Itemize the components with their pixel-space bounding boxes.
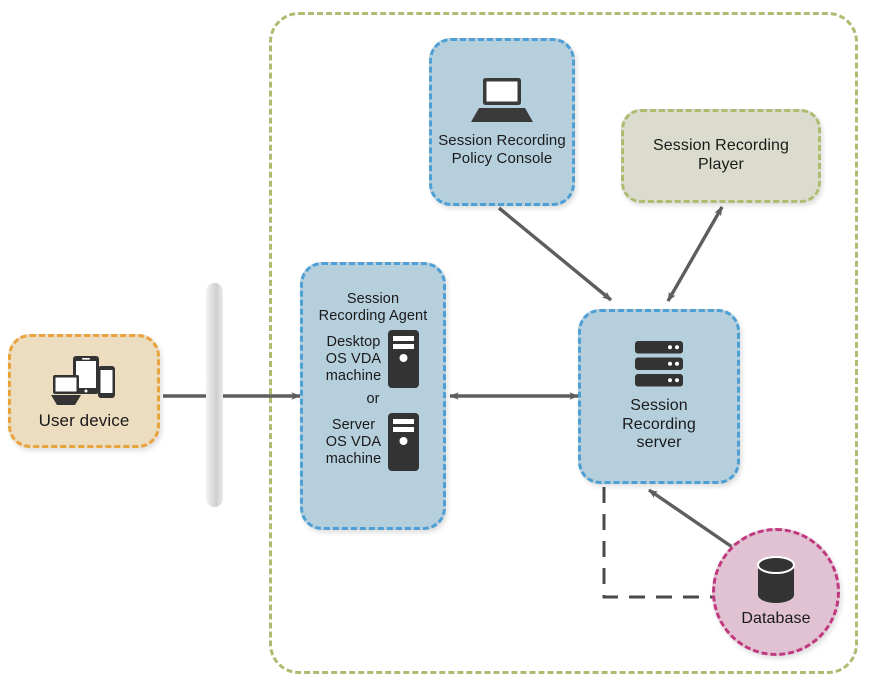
agent-server-row: Server OS VDA machine (303, 412, 443, 472)
node-server[interactable]: Session Recording server (578, 309, 740, 484)
agent-desktop-row: Desktop OS VDA machine (303, 329, 443, 389)
tower-pc-icon (387, 412, 420, 472)
node-agent[interactable]: Session Recording Agent Desktop OS VDA m… (300, 262, 446, 530)
node-user-device-label: User device (38, 411, 130, 431)
firewall-bar (206, 283, 223, 507)
connector-policy-console-to-server (497, 206, 613, 302)
agent-or-label: or (366, 391, 380, 408)
tower-pc-icon (387, 329, 420, 389)
node-server-label: Session Recording server (622, 396, 696, 452)
node-agent-title: Session Recording Agent (318, 291, 428, 324)
node-user-device[interactable]: User device (8, 334, 160, 448)
agent-desktop-label: Desktop OS VDA machine (325, 334, 382, 384)
server-rack-icon (634, 340, 684, 388)
node-database[interactable]: Database (712, 528, 840, 656)
architecture-diagram: User device Session Recording Policy Con… (0, 0, 871, 683)
database-cylinder-icon (755, 555, 797, 604)
node-policy-console[interactable]: Session Recording Policy Console (429, 38, 575, 206)
node-database-label: Database (741, 609, 811, 627)
node-policy-console-label: Session Recording Policy Console (438, 132, 566, 167)
agent-server-label: Server OS VDA machine (325, 417, 382, 467)
devices-icon (51, 354, 117, 408)
connector-server-to-database (648, 488, 739, 553)
node-player-label: Session Recording Player (653, 137, 789, 173)
connector-player-to-server (666, 206, 724, 302)
node-player[interactable]: Session Recording Player (621, 109, 821, 203)
laptop-icon (471, 76, 533, 124)
